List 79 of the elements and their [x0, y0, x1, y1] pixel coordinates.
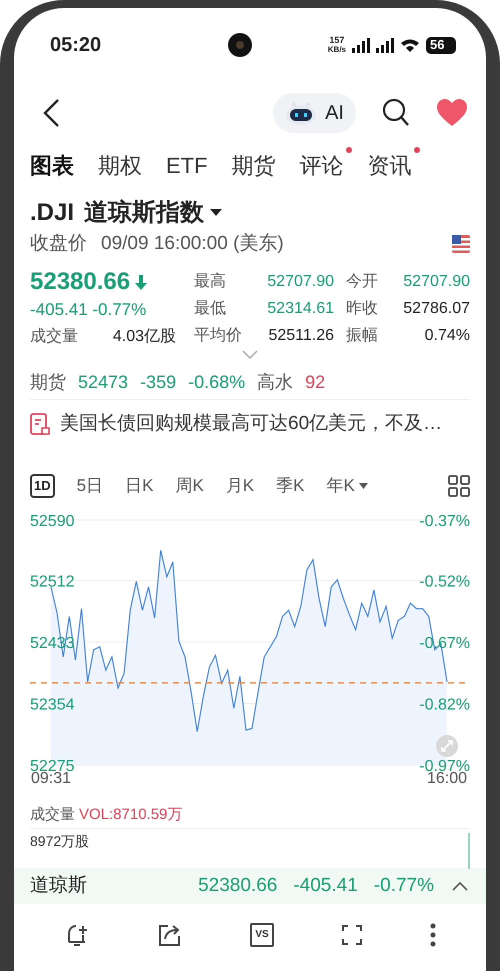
quote-time: 09/09 16:00:00 (美东)	[101, 232, 284, 256]
tab[interactable]: 期货	[232, 151, 276, 181]
heart-icon[interactable]	[436, 99, 468, 127]
instrument-name: 道琼斯指数	[84, 198, 204, 228]
search-icon[interactable]	[382, 98, 410, 128]
news-icon	[30, 413, 50, 435]
futures-value: 52473	[78, 371, 128, 394]
collapse-icon[interactable]	[452, 881, 468, 891]
period-tab[interactable]: 周K	[175, 473, 204, 499]
stat-value: 0.74%	[424, 326, 470, 346]
stat-label: 最高	[194, 272, 227, 292]
axis-label: 52354	[30, 696, 74, 714]
tab[interactable]: 图表	[30, 151, 74, 181]
instrument-symbol: .DJI	[30, 198, 74, 228]
status-time: 05:20	[50, 33, 102, 58]
ticker-price: 52380.66	[198, 874, 278, 898]
dropdown-icon[interactable]	[210, 209, 222, 217]
ticker-change: -405.41	[293, 874, 358, 898]
tab[interactable]: 评论	[300, 151, 344, 181]
ai-assistant-button[interactable]: AI	[273, 93, 356, 133]
futures-label: 期货	[30, 371, 66, 394]
stat-value: 52707.90	[266, 272, 334, 292]
axis-label: 52275	[30, 758, 74, 772]
stat-value: 52786.07	[402, 298, 470, 318]
stat-label: 振幅	[346, 326, 379, 346]
axis-label: -0.52%	[419, 574, 470, 591]
futures-value: 92	[305, 371, 326, 394]
futures-value: -0.68%	[188, 371, 246, 394]
more-icon[interactable]	[430, 923, 436, 947]
robot-icon	[285, 100, 318, 126]
ticker-name: 道琼斯	[30, 874, 87, 898]
stat-label: 今开	[346, 272, 379, 292]
stat-label: 平均价	[194, 326, 243, 346]
volume-label: 成交量	[30, 804, 75, 825]
signal-icon	[352, 38, 370, 52]
axis-label: -0.82%	[419, 696, 470, 714]
battery-indicator: 56	[426, 36, 456, 54]
share-icon[interactable]	[158, 923, 182, 947]
axis-label: -0.97%	[419, 758, 470, 772]
axis-label: -0.37%	[419, 513, 470, 530]
back-icon[interactable]	[42, 98, 62, 128]
volume-scale: 8972万股	[30, 832, 90, 851]
network-speed-unit: KB/s	[328, 45, 346, 54]
tab[interactable]: 资讯	[368, 151, 412, 181]
news-headline[interactable]: 美国长债回购规模最高可达60亿美元，不及…	[60, 410, 442, 438]
flag-icon	[452, 235, 470, 253]
axis-label: 16:00	[426, 770, 468, 788]
last-price: 52380.66	[30, 267, 130, 297]
period-tab[interactable]: 月K	[226, 473, 254, 499]
price-change: -405.41 -0.77%	[30, 299, 148, 321]
stat-label: 最低	[194, 298, 227, 318]
stat-label: 成交量	[30, 326, 78, 346]
tab[interactable]: 期权	[98, 151, 142, 181]
stat-value: 52314.61	[266, 298, 334, 318]
fullscreen-icon[interactable]	[342, 925, 362, 945]
period-tab[interactable]: 年K	[326, 473, 368, 499]
period-tab[interactable]: 日K	[125, 473, 154, 499]
volume-indicator: VOL:8710.59万	[79, 804, 182, 825]
stat-label: 昨收	[346, 298, 379, 318]
stat-value: 52707.90	[402, 272, 470, 292]
tab[interactable]: ETF	[166, 151, 208, 181]
stat-value: 52511.26	[267, 326, 334, 346]
camera-icon	[228, 33, 252, 57]
axis-label: 09:31	[30, 770, 72, 788]
wifi-icon	[400, 38, 420, 52]
period-tab[interactable]: 5日	[76, 473, 104, 499]
price-status: 收盘价	[30, 232, 87, 256]
network-speed: 157	[329, 36, 344, 45]
signal-icon	[376, 38, 394, 52]
futures-label: 高水	[257, 371, 294, 394]
axis-label: 52590	[30, 513, 74, 530]
grid-layout-icon[interactable]	[448, 475, 470, 497]
period-tab[interactable]: 1D	[30, 474, 55, 498]
axis-label: 52512	[30, 574, 74, 591]
compare-button[interactable]: VS	[250, 923, 274, 947]
period-tab[interactable]: 季K	[276, 473, 304, 499]
ticker-percent: -0.77%	[374, 874, 434, 898]
stat-value: 4.03亿股	[112, 326, 176, 346]
futures-value: -359	[140, 371, 176, 394]
